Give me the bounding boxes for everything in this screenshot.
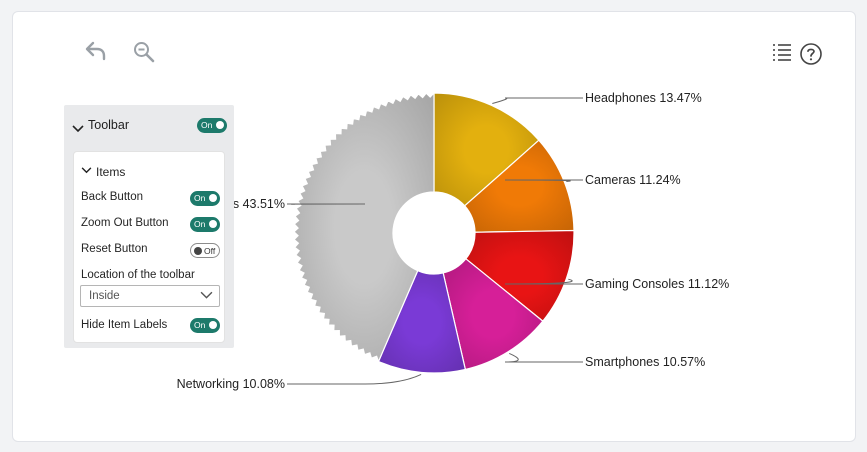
items-section: Items Back Button On Zoom Out Button On …	[73, 151, 225, 343]
items-title: Items	[96, 165, 126, 179]
toggle-knob	[194, 246, 202, 255]
location-select-value: Inside	[89, 290, 120, 302]
leader-line	[287, 373, 422, 385]
leader-line	[504, 353, 583, 363]
hide-item-labels-toggle[interactable]: On	[190, 318, 220, 333]
reset-button-toggle[interactable]: Off	[190, 243, 220, 258]
zoom-out-button-toggle[interactable]: On	[190, 217, 220, 232]
location-select[interactable]: Inside	[80, 285, 220, 307]
slice-label: Headphones 13.47%	[585, 91, 702, 105]
reset-button-label: Reset Button	[81, 243, 148, 255]
hide-item-labels-label: Hide Item Labels	[81, 319, 168, 331]
slice-label: Networking 10.08%	[177, 377, 285, 391]
toggle-knob	[209, 220, 217, 228]
toolbar-toggle[interactable]: On	[197, 118, 227, 133]
panel-title: Toolbar	[88, 118, 129, 132]
back-button-toggle[interactable]: On	[190, 191, 220, 206]
chevron-down-icon	[200, 291, 213, 299]
chevron-down-icon[interactable]	[81, 167, 92, 174]
chevron-down-icon[interactable]	[72, 125, 84, 133]
toggle-label: On	[194, 320, 206, 330]
slice-label: s 43.51%	[233, 197, 285, 211]
zoom-out-button-label: Zoom Out Button	[81, 217, 169, 229]
toggle-label: On	[201, 120, 213, 130]
toggle-knob	[216, 121, 224, 129]
donut-hole	[393, 192, 475, 274]
leader-line	[492, 97, 583, 105]
toggle-label: On	[194, 219, 206, 229]
slice-label: Gaming Consoles 11.12%	[585, 277, 729, 291]
back-button-label: Back Button	[81, 191, 144, 203]
toolbar-settings-panel: Toolbar On Items Back Button On Zoom Out…	[64, 105, 234, 348]
toggle-label: Off	[204, 245, 216, 256]
location-label: Location of the toolbar	[81, 269, 195, 281]
toggle-label: On	[194, 193, 206, 203]
toggle-knob	[209, 321, 217, 329]
toggle-knob	[209, 194, 217, 202]
slice-label: Smartphones 10.57%	[585, 355, 705, 369]
slice-label: Cameras 11.24%	[585, 173, 681, 187]
